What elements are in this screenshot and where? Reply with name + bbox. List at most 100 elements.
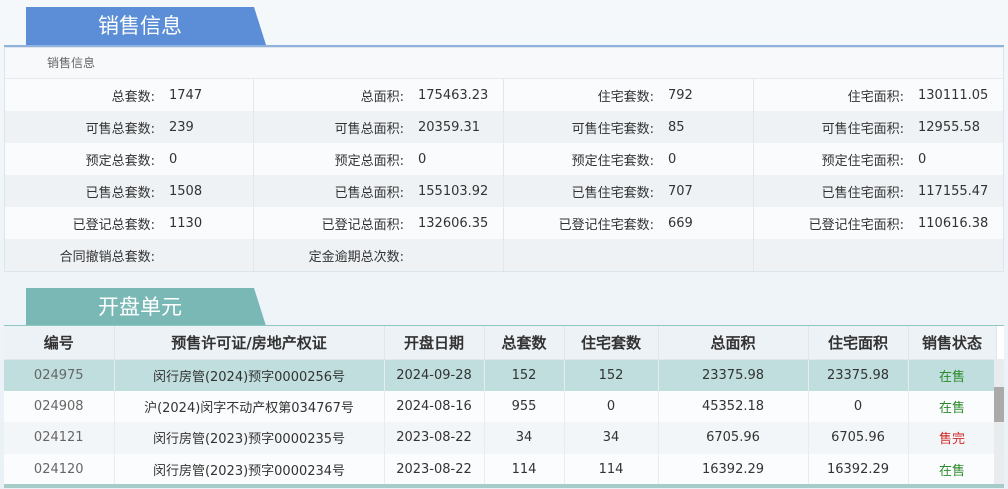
stat-value: 0 <box>668 151 677 167</box>
table-cell: 6705.96 <box>658 422 809 454</box>
sales-status-cell: 售完 <box>908 422 997 454</box>
table-cell: 955 <box>484 390 565 422</box>
stat-row: 已登记总面积: 132606.35 <box>254 207 503 239</box>
stat-label: 可售住宅套数: <box>571 121 654 137</box>
stat-row: 预定住宅面积: 0 <box>754 143 1003 175</box>
table-row[interactable]: 024120 闵行房管(2023)预字0000234号 2023-08-22 114 1… <box>4 453 997 485</box>
stat-row <box>754 239 1003 271</box>
stat-row: 已售住宅面积: 117155.47 <box>754 175 1003 207</box>
stat-value: 0 <box>918 151 927 167</box>
stat-value: 110616.38 <box>918 215 989 231</box>
stat-row: 预定总套数: 0 <box>5 143 253 175</box>
stat-row: 住宅面积: 130111.05 <box>754 79 1003 111</box>
stat-label: 已登记总面积: <box>321 217 404 233</box>
stat-value: 0 <box>418 151 427 167</box>
stat-label: 总面积: <box>360 89 404 105</box>
unit-code-cell: 024120 <box>4 453 115 485</box>
stat-row: 合同撤销总套数: <box>5 239 253 271</box>
stat-value: 239 <box>169 119 194 135</box>
stat-label: 住宅面积: <box>847 89 904 105</box>
table-cell: 16392.29 <box>658 453 809 485</box>
table-bottom-border <box>4 484 1004 488</box>
opening-units-table: 编号 预售许可证/房地产权证 开盘日期 总套数 住宅套数 总面积 住宅面积 销售状态 0249… <box>4 326 997 485</box>
stat-label: 已登记总套数: <box>72 217 155 233</box>
table-cell: 34 <box>484 422 565 454</box>
table-row[interactable]: 024975 闵行房管(2024)预字0000256号 2024-09-28 152 1… <box>4 359 997 391</box>
stat-value: 130111.05 <box>918 87 989 103</box>
stat-row: 可售住宅面积: 12955.58 <box>754 111 1003 143</box>
table-cell: 闵行房管(2024)预字0000256号 <box>114 359 385 391</box>
scrollbar-thumb[interactable] <box>994 387 1004 422</box>
stat-row: 总面积: 175463.23 <box>254 79 503 111</box>
stat-label: 可售住宅面积: <box>821 121 904 137</box>
table-scrollbar[interactable] <box>994 359 1004 486</box>
stat-row: 可售住宅套数: 85 <box>504 111 753 143</box>
table-row[interactable]: 024908 沪(2024)闵字不动产权第034767号 2024-08-16 955… <box>4 390 997 422</box>
table-cell: 6705.96 <box>808 422 909 454</box>
stats-column-residential-units: 住宅套数: 792 可售住宅套数: 85 预定住宅套数: 0 已售住宅套数: 707 已登记住宅… <box>504 79 754 271</box>
stat-value: 85 <box>668 119 685 135</box>
table-cell: 45352.18 <box>658 390 809 422</box>
stat-label: 已售住宅面积: <box>821 185 904 201</box>
table-cell: 114 <box>564 453 659 485</box>
stat-label: 已售住宅套数: <box>571 185 654 201</box>
stat-value: 12955.58 <box>918 119 981 135</box>
stat-row <box>504 239 753 271</box>
stat-value: 1508 <box>169 183 203 199</box>
column-header[interactable]: 预售许可证/房地产权证 <box>114 326 385 360</box>
table-cell: 23375.98 <box>808 359 909 391</box>
sales-status-cell: 在售 <box>908 390 997 422</box>
stat-row: 已登记总套数: 1130 <box>5 207 253 239</box>
stat-row: 已登记住宅套数: 669 <box>504 207 753 239</box>
column-header[interactable]: 销售状态 <box>908 326 997 360</box>
stat-label: 合同撤销总套数: <box>59 249 155 265</box>
opening-units-tab: 开盘单元 <box>26 288 266 326</box>
stat-label: 已售总面积: <box>334 185 404 201</box>
stat-row: 预定总面积: 0 <box>254 143 503 175</box>
table-cell: 沪(2024)闵字不动产权第034767号 <box>114 390 385 422</box>
sales-info-tab: 销售信息 <box>26 7 266 45</box>
stat-value: 20359.31 <box>418 119 481 135</box>
table-cell: 2024-09-28 <box>384 359 485 391</box>
stat-row: 住宅套数: 792 <box>504 79 753 111</box>
column-header[interactable]: 总面积 <box>658 326 809 360</box>
stat-label: 可售总套数: <box>85 121 155 137</box>
stat-label: 已登记住宅套数: <box>558 217 654 233</box>
stat-label: 预定住宅套数: <box>571 153 654 169</box>
column-header[interactable]: 住宅套数 <box>564 326 659 360</box>
stat-label: 总套数: <box>111 89 155 105</box>
opening-units-panel: 编号 预售许可证/房地产权证 开盘日期 总套数 住宅套数 总面积 住宅面积 销售状态 0249… <box>4 326 1004 486</box>
table-cell: 152 <box>484 359 565 391</box>
column-header[interactable]: 住宅面积 <box>808 326 909 360</box>
stat-row: 可售总套数: 239 <box>5 111 253 143</box>
stat-value: 132606.35 <box>418 215 489 231</box>
stat-value: 792 <box>668 87 693 103</box>
stat-value: 175463.23 <box>418 87 489 103</box>
sales-status-cell: 在售 <box>908 359 997 391</box>
table-cell: 16392.29 <box>808 453 909 485</box>
table-row[interactable]: 024121 闵行房管(2023)预字0000235号 2023-08-22 34 34… <box>4 422 997 454</box>
column-header[interactable]: 开盘日期 <box>384 326 485 360</box>
stat-row: 总套数: 1747 <box>5 79 253 111</box>
stat-row: 已登记住宅面积: 110616.38 <box>754 207 1003 239</box>
stat-label: 可售总面积: <box>334 121 404 137</box>
table-cell: 2023-08-22 <box>384 453 485 485</box>
table-cell: 34 <box>564 422 659 454</box>
table-cell: 2023-08-22 <box>384 422 485 454</box>
table-cell: 152 <box>564 359 659 391</box>
stat-label: 已登记住宅面积: <box>808 217 904 233</box>
unit-code-cell: 024908 <box>4 390 115 422</box>
stat-row: 已售总面积: 155103.92 <box>254 175 503 207</box>
sales-info-title: 销售信息 <box>98 14 182 38</box>
table-cell: 2024-08-16 <box>384 390 485 422</box>
stats-column-residential-area: 住宅面积: 130111.05 可售住宅面积: 12955.58 预定住宅面积: 0 已售住… <box>754 79 1003 271</box>
sales-status-cell: 在售 <box>908 453 997 485</box>
column-header[interactable]: 编号 <box>4 326 115 360</box>
column-header[interactable]: 总套数 <box>484 326 565 360</box>
stat-value: 669 <box>668 215 693 231</box>
sales-stats-grid: 总套数: 1747 可售总套数: 239 预定总套数: 0 已售总套数: 1508 已登记总套数… <box>5 79 1003 271</box>
stat-value: 117155.47 <box>918 183 989 199</box>
stat-row: 已售住宅套数: 707 <box>504 175 753 207</box>
stat-row: 已售总套数: 1508 <box>5 175 253 207</box>
stat-label: 定金逾期总次数: <box>308 249 404 265</box>
